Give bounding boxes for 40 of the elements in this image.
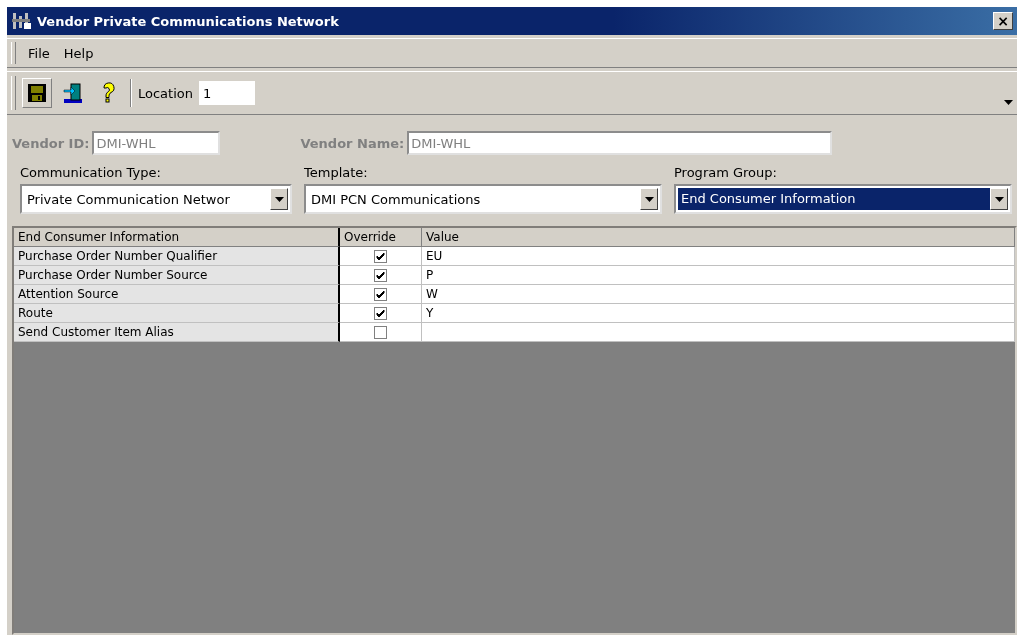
combo-label: Template:	[304, 165, 369, 180]
table-cell: W	[422, 285, 1015, 304]
table-cell: Y	[422, 304, 1015, 323]
vendor-id-label: Vendor ID:	[12, 135, 90, 151]
dropdown[interactable]: Private Communication Networ	[20, 184, 292, 214]
row-header: Send Customer Item Alias	[14, 323, 340, 342]
window-title: Vendor Private Communications Network	[37, 13, 340, 29]
table-cell: P	[422, 266, 1015, 285]
override-checkbox[interactable]	[374, 287, 387, 301]
save-button[interactable]	[22, 78, 52, 108]
column-header: Override	[340, 228, 422, 247]
override-checkbox[interactable]	[374, 306, 387, 320]
combo-label: Program Group:	[674, 165, 778, 180]
caret-icon	[1004, 100, 1013, 105]
question-mark-icon	[102, 82, 116, 104]
override-checkbox[interactable]	[374, 249, 387, 263]
override-checkbox[interactable]	[374, 268, 387, 282]
close-button[interactable]: ×	[993, 12, 1013, 30]
location-field[interactable]: 1	[199, 81, 255, 105]
menu-item[interactable]: File	[26, 45, 52, 61]
dropdown[interactable]: DMI PCN Communications	[304, 184, 662, 214]
row-header: Purchase Order Number Qualifier	[14, 247, 340, 266]
door-icon	[62, 82, 84, 104]
app-icon	[11, 11, 33, 31]
location-label: Location	[138, 85, 193, 101]
vendor-name-label: Vendor Name:	[300, 135, 405, 151]
row-header: Route	[14, 304, 340, 323]
caret-icon	[644, 196, 654, 202]
combo-label: Communication Type:	[20, 165, 162, 180]
dropdown[interactable]: End Consumer Information	[674, 184, 1012, 214]
menu-item[interactable]: Help	[61, 45, 96, 61]
column-header: Value	[422, 228, 1015, 247]
column-header: End Consumer Information	[14, 228, 340, 247]
table-cell: EU	[422, 247, 1015, 266]
caret-icon	[274, 196, 284, 202]
caret-icon	[994, 196, 1004, 202]
override-checkbox[interactable]	[374, 325, 387, 339]
row-header: Attention Source	[14, 285, 340, 304]
row-header: Purchase Order Number Source	[14, 266, 340, 285]
save-icon	[27, 83, 47, 103]
